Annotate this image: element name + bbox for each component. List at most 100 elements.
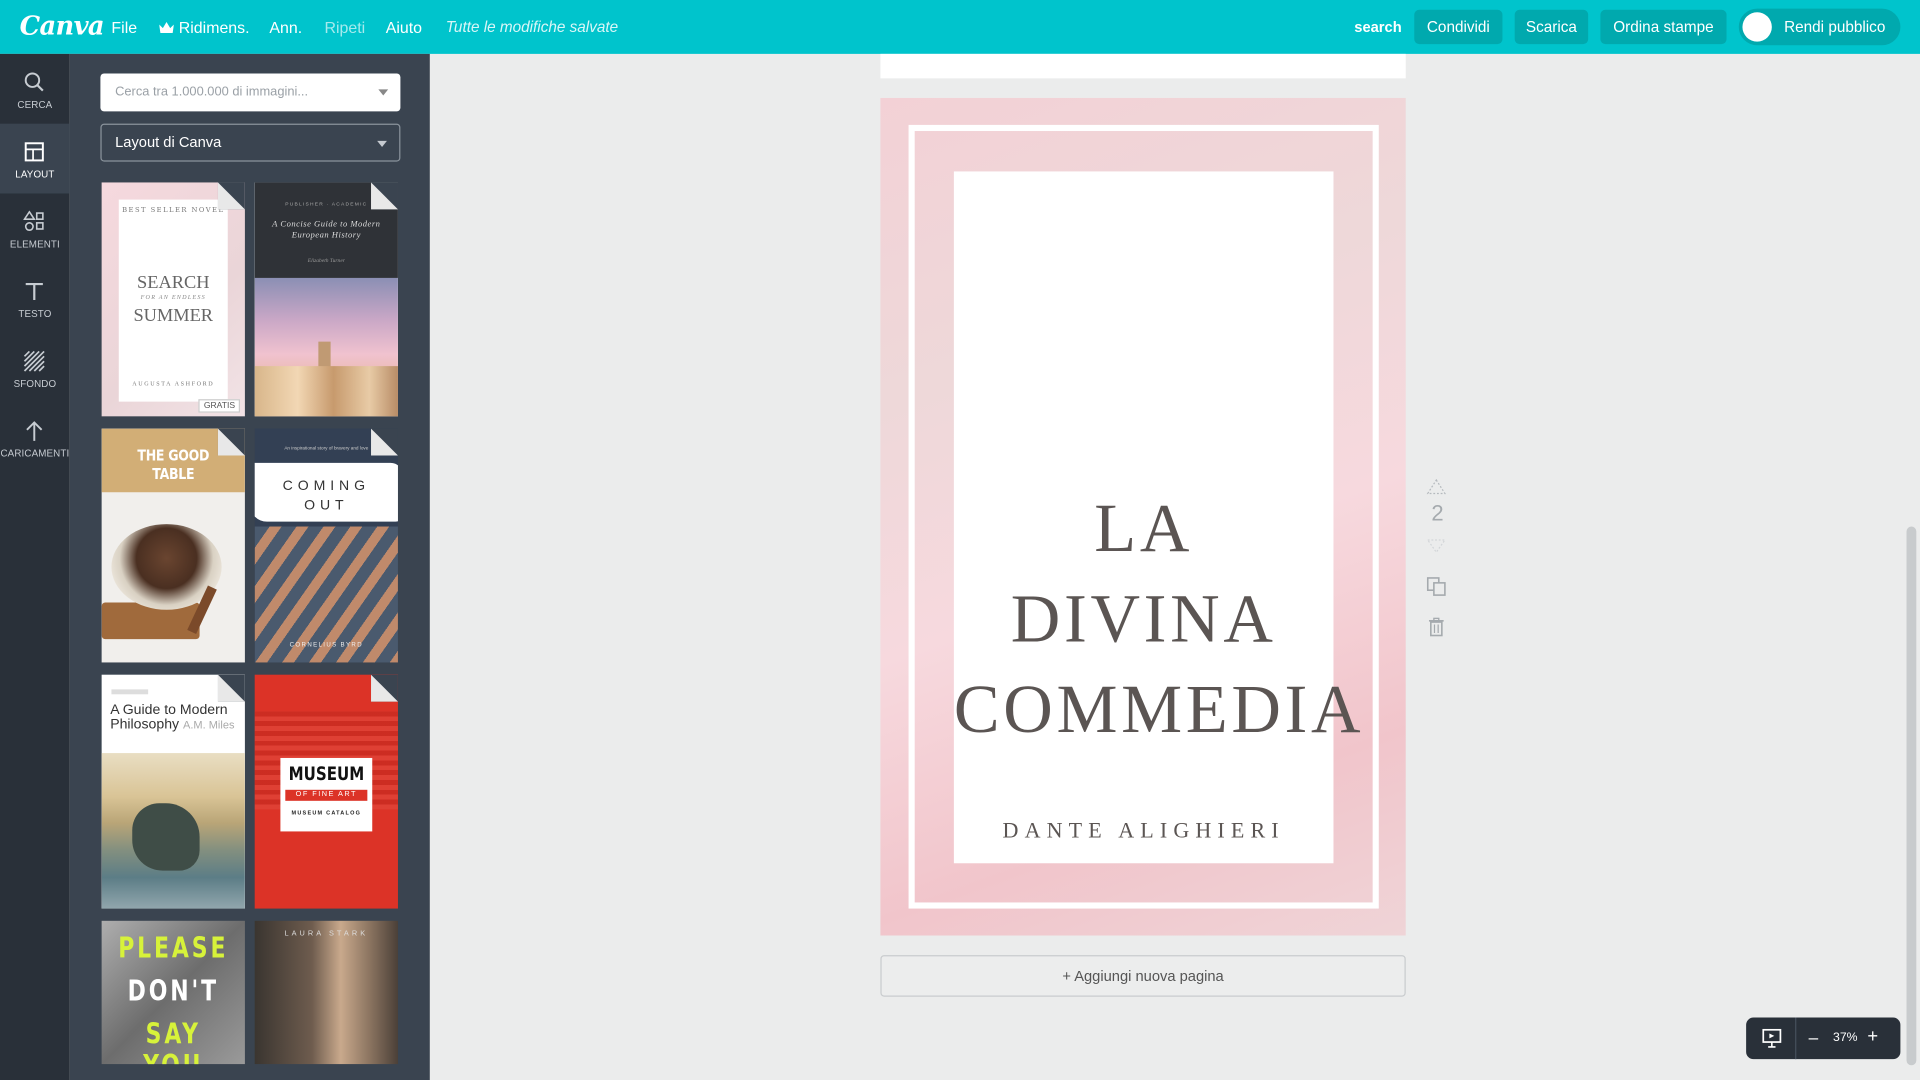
template-author: LAURA STARK (284, 930, 369, 938)
rail-item-uploads[interactable]: CARICAMENTI (0, 403, 70, 473)
template-title-line1: SEARCH (137, 273, 210, 293)
template-title-line2: SUMMER (133, 306, 214, 326)
download-button[interactable]: Scarica (1514, 9, 1589, 45)
rail-label: LAYOUT (15, 168, 55, 181)
make-public-label: Rendi pubblico (1784, 18, 1886, 36)
rail-item-elements[interactable]: ELEMENTI (0, 193, 70, 263)
menu-redo[interactable]: Ripeti (324, 18, 365, 36)
zoom-in-button[interactable]: + (1867, 1026, 1878, 1047)
zoom-level[interactable]: 37% (1832, 1031, 1859, 1044)
search-icon (24, 72, 44, 92)
template-laura-stark[interactable]: LAURA STARK (254, 920, 398, 1065)
template-title: THE GOOD TABLE (137, 445, 210, 483)
template-catalog-label: MUSEUM CATALOG (291, 809, 362, 816)
template-title-line2: DON'T (127, 975, 219, 1008)
page-fold-corner (371, 674, 398, 702)
chevron-down-icon[interactable] (378, 89, 389, 96)
dropdown-value: Layout di Canva (115, 133, 222, 151)
template-search-for-an-endless-summer[interactable]: BEST SELLER NOVEL SEARCH FOR AN ENDLESS … (101, 182, 245, 417)
rail-label: ELEMENTI (9, 238, 60, 250)
template-please-dont-say-you[interactable]: PLEASE DON'T SAY YOU (101, 920, 245, 1065)
page-fold-corner (217, 428, 245, 456)
move-page-down-icon[interactable] (1425, 539, 1447, 554)
page-fold-corner (217, 674, 245, 702)
template-coming-out[interactable]: An inspirational story of bravery and lo… (254, 428, 398, 663)
layout-source-dropdown[interactable]: Layout di Canva (100, 123, 401, 162)
rail-item-layout[interactable]: LAYOUT (0, 123, 70, 194)
delete-page-icon[interactable] (1425, 616, 1447, 638)
statue-image (132, 803, 200, 871)
zoom-out-button[interactable]: – (1809, 1027, 1819, 1047)
template-title-line1: COMING (282, 478, 370, 494)
move-page-up-icon[interactable] (1425, 478, 1447, 496)
rail-label: TESTO (18, 308, 52, 320)
left-rail: CERCA LAYOUT ELEMENTI TESTO SFONDO CARIC… (0, 53, 70, 1080)
town-image (254, 366, 398, 417)
layout-icon (24, 142, 44, 162)
vertical-scrollbar[interactable] (1906, 526, 1917, 1066)
background-pattern-icon (23, 350, 45, 372)
template-label-card: MUSEUM OF FINE ART MUSEUM CATALOG (280, 757, 373, 832)
rail-item-background[interactable]: SFONDO (0, 333, 70, 403)
rail-label: CERCA (17, 99, 53, 111)
template-title-line2: OUT (304, 498, 349, 514)
save-status: Tutte le modifiche salvate (445, 18, 619, 36)
free-badge: GRATIS (198, 399, 241, 413)
template-title: MUSEUM (288, 762, 365, 785)
template-subtitle: FOR AN ENDLESS (140, 295, 206, 302)
presentation-icon[interactable] (1762, 1028, 1782, 1049)
template-the-good-table[interactable]: THE GOOD TABLE (101, 428, 245, 663)
previous-page-bottom[interactable] (880, 53, 1406, 79)
title-card[interactable]: LA DIVINA COMMEDIA DANTE ALIGHIERI (953, 171, 1365, 864)
template-guide-to-modern-philosophy[interactable]: A Guide to Modern Philosophy A.M. Miles (101, 674, 245, 909)
crown-icon (159, 22, 174, 34)
make-public-toggle[interactable]: Rendi pubblico (1738, 8, 1901, 46)
publisher-logo (111, 689, 149, 695)
add-new-page-button[interactable]: + Aggiungi nuova pagina (880, 955, 1406, 997)
search-link[interactable]: search (1354, 18, 1401, 35)
rail-item-search[interactable]: CERCA (0, 54, 70, 124)
template-author: CORNELIUS BYRD (289, 641, 363, 649)
menu-resize[interactable]: Ridimens. (159, 18, 250, 37)
template-title-line3: SAY YOU (143, 1018, 201, 1064)
template-subtitle: OF FINE ART (285, 789, 368, 801)
template-museum-of-fine-art[interactable]: MUSEUM OF FINE ART MUSEUM CATALOG (254, 674, 398, 909)
template-author: AUGUSTA ASHFORD (132, 382, 215, 389)
divider (1795, 1017, 1797, 1060)
template-title: A Guide to Modern Philosophy A.M. Miles (110, 702, 235, 732)
chevron-down-icon (377, 140, 387, 147)
canva-editor: Canva File Ridimens. Ann. Ripeti Aiuto T… (0, 0, 1920, 1080)
zoom-control: – 37% + (1746, 1017, 1901, 1060)
book-title-line2: COMMEDIA (953, 672, 1365, 749)
castle-tower-image (318, 341, 331, 369)
duplicate-page-icon[interactable] (1425, 576, 1447, 598)
share-button[interactable]: Condividi (1414, 9, 1503, 45)
template-modern-european-history[interactable]: PUBLISHER · ACADEMIC A Concise Guide to … (254, 182, 398, 417)
canva-logo[interactable]: Canva (20, 10, 105, 41)
layouts-panel: Cerca tra 1.000.000 di immagini... Layou… (69, 53, 430, 1080)
rail-label: SFONDO (13, 378, 57, 390)
rail-item-text[interactable]: TESTO (0, 263, 70, 333)
search-placeholder: Cerca tra 1.000.000 di immagini... (115, 84, 309, 100)
template-author: A.M. Miles (183, 718, 235, 731)
template-title-line1: PLEASE (118, 933, 229, 965)
template-author: Elizabeth Turner (307, 257, 345, 264)
upload-arrow-icon (26, 421, 43, 441)
shapes-icon (23, 210, 44, 232)
design-page-2[interactable]: LA DIVINA COMMEDIA DANTE ALIGHIERI (880, 97, 1406, 936)
page-number: 2 (1431, 500, 1444, 526)
rail-label: CARICAMENTI (0, 448, 70, 460)
menu-file[interactable]: File (111, 18, 137, 36)
page-fold-corner (371, 182, 398, 210)
menu-undo[interactable]: Ann. (269, 18, 302, 36)
text-icon (25, 282, 43, 301)
book-author[interactable]: DANTE ALIGHIERI (954, 818, 1334, 844)
menu-help[interactable]: Aiuto (386, 18, 422, 36)
image-search-input[interactable]: Cerca tra 1.000.000 di immagini... (100, 73, 401, 112)
order-prints-button[interactable]: Ordina stampe (1600, 9, 1727, 45)
book-title[interactable]: LA DIVINA COMMEDIA (953, 484, 1365, 756)
template-title: A Concise Guide to Modern European Histo… (272, 219, 381, 240)
page-fold-corner (371, 428, 398, 456)
page-fold-corner (217, 182, 245, 210)
top-bar: Canva File Ridimens. Ann. Ripeti Aiuto T… (0, 0, 1920, 54)
